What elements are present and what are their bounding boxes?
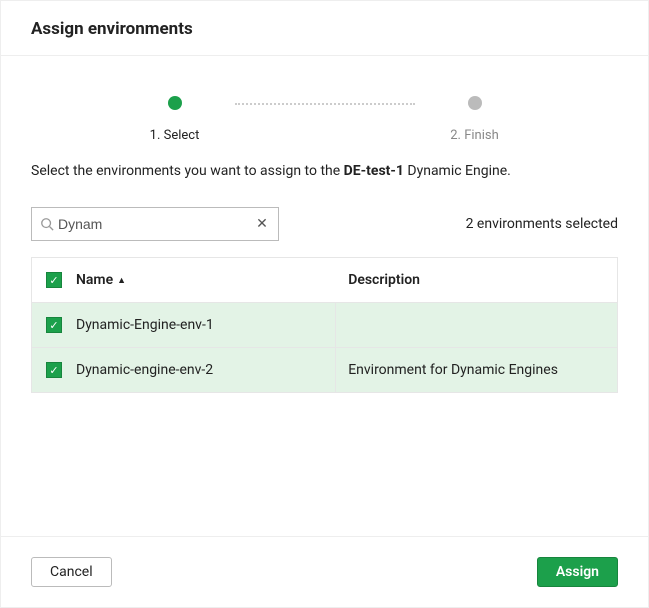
row-description: Environment for Dynamic Engines [336,348,617,392]
row-checkbox-cell: ✓ [32,303,76,347]
row-checkbox[interactable]: ✓ [46,362,62,378]
step-circle-inactive [468,96,482,110]
page-title: Assign environments [31,19,618,39]
step-circle-active [168,96,182,110]
step-connector [235,103,415,105]
cancel-button[interactable]: Cancel [31,557,112,587]
selected-count: 2 environments selected [466,216,618,232]
instruction-engine-name: DE-test-1 [344,163,404,179]
table-row[interactable]: ✓ Dynamic-engine-env-2 Environment for D… [32,347,617,392]
table-header-row: ✓ Name ▲ Description [32,258,617,302]
row-checkbox[interactable]: ✓ [46,317,62,333]
modal-header: Assign environments [1,1,648,56]
search-input-wrapper[interactable]: ✕ [31,207,279,241]
assign-environments-modal: Assign environments 1. Select 2. Finish … [0,0,649,608]
environments-table: ✓ Name ▲ Description ✓ Dynamic-Engine-en… [31,257,618,393]
search-row: ✕ 2 environments selected [31,207,618,241]
step-select: 1. Select [115,96,235,143]
row-name: Dynamic-engine-env-2 [76,348,336,392]
table-row[interactable]: ✓ Dynamic-Engine-env-1 [32,302,617,347]
column-name[interactable]: Name ▲ [76,258,336,302]
assign-button[interactable]: Assign [537,557,618,587]
row-checkbox-cell: ✓ [32,348,76,392]
modal-footer: Cancel Assign [1,536,648,607]
instruction-suffix: Dynamic Engine. [404,163,511,179]
clear-search-icon[interactable]: ✕ [254,216,270,232]
instruction-text: Select the environments you want to assi… [31,163,618,179]
column-name-label: Name [76,272,113,288]
column-description[interactable]: Description [336,258,617,302]
row-name: Dynamic-Engine-env-1 [76,303,336,347]
column-description-label: Description [348,272,420,288]
step-finish: 2. Finish [415,96,535,143]
instruction-prefix: Select the environments you want to assi… [31,163,344,179]
step-label-finish: 2. Finish [450,128,499,143]
search-input[interactable] [54,216,254,232]
search-icon [40,217,54,231]
step-label-select: 1. Select [150,128,200,143]
row-description [336,303,617,347]
select-all-checkbox[interactable]: ✓ [46,272,62,288]
modal-body: 1. Select 2. Finish Select the environme… [1,56,648,536]
stepper: 1. Select 2. Finish [31,56,618,163]
sort-asc-icon: ▲ [117,275,126,286]
header-checkbox-cell: ✓ [32,258,76,302]
